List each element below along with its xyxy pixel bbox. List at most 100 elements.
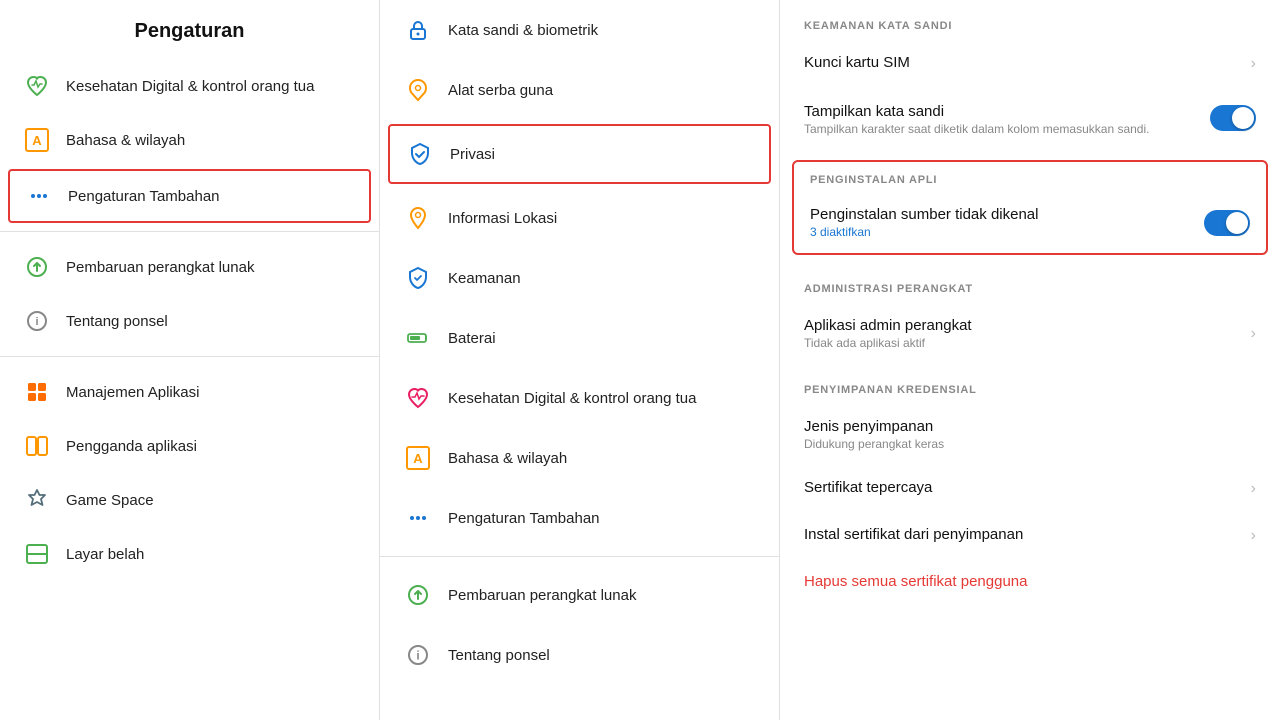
mid-item-language-label: Bahasa & wilayah	[448, 450, 567, 467]
location-icon	[404, 204, 432, 232]
mid-item-password-label: Kata sandi & biometrik	[448, 22, 598, 39]
mid-item-location[interactable]: Informasi Lokasi	[380, 188, 779, 248]
language-icon: A	[24, 127, 50, 153]
install-cert-title: Instal sertifikat dari penyimpanan	[804, 526, 1243, 543]
admin-apps-content: Aplikasi admin perangkat Tidak ada aplik…	[804, 317, 1243, 350]
right-item-install-cert[interactable]: Instal sertifikat dari penyimpanan ›	[780, 512, 1280, 559]
sim-lock-title: Kunci kartu SIM	[804, 54, 1243, 71]
page-title: Pengaturan	[0, 0, 379, 59]
sidebar-item-about-label: Tentang ponsel	[66, 313, 168, 330]
sidebar-item-extra-settings[interactable]: Pengaturan Tambahan	[8, 169, 371, 223]
install-cert-chevron: ›	[1251, 527, 1256, 545]
mid-item-battery-label: Baterai	[448, 330, 496, 347]
show-password-content: Tampilkan kata sandi Tampilkan karakter …	[804, 103, 1210, 136]
section-device-admin: ADMINISTRASI PERANGKAT Aplikasi admin pe…	[780, 263, 1280, 364]
storage-type-content: Jenis penyimpanan Didukung perangkat ker…	[804, 418, 1256, 451]
mid-item-password[interactable]: Kata sandi & biometrik	[380, 0, 779, 60]
divider-2	[0, 356, 379, 357]
heart-icon	[24, 73, 50, 99]
mid-extra-settings-icon	[404, 504, 432, 532]
section-header-password-security: KEAMANAN KATA SANDI	[780, 0, 1280, 40]
sidebar-item-game-space[interactable]: Game Space	[0, 473, 379, 527]
install-cert-content: Instal sertifikat dari penyimpanan	[804, 526, 1243, 545]
section-header-credentials: PENYIMPANAN KREDENSIAL	[780, 364, 1280, 404]
mid-item-software-update[interactable]: Pembaruan perangkat lunak	[380, 565, 779, 625]
right-item-storage-type[interactable]: Jenis penyimpanan Didukung perangkat ker…	[780, 404, 1280, 465]
right-item-delete-cert[interactable]: Hapus semua sertifikat pengguna	[780, 559, 1280, 606]
admin-apps-subtitle: Tidak ada aplikasi aktif	[804, 336, 1243, 350]
unknown-source-subtitle: 3 diaktifkan	[810, 225, 1204, 239]
sidebar-item-software-update-label: Pembaruan perangkat lunak	[66, 259, 254, 276]
sidebar-item-extra-settings-label: Pengaturan Tambahan	[68, 188, 220, 205]
svg-text:i: i	[35, 316, 38, 328]
show-password-toggle-knob	[1232, 107, 1254, 129]
sidebar-item-digital-health[interactable]: Kesehatan Digital & kontrol orang tua	[0, 59, 379, 113]
about-icon: i	[24, 308, 50, 334]
sidebar-item-app-clone[interactable]: Pengganda aplikasi	[0, 419, 379, 473]
show-password-title: Tampilkan kata sandi	[804, 103, 1210, 120]
sidebar-item-split-screen[interactable]: Layar belah	[0, 527, 379, 581]
sidebar-item-app-management[interactable]: Manajemen Aplikasi	[0, 365, 379, 419]
unknown-source-toggle-knob	[1226, 212, 1248, 234]
mid-item-privacy[interactable]: Privasi	[388, 124, 771, 184]
mid-item-battery[interactable]: Baterai	[380, 308, 779, 368]
extra-settings-icon	[26, 183, 52, 209]
sim-lock-content: Kunci kartu SIM	[804, 54, 1243, 73]
sidebar-item-digital-health-label: Kesehatan Digital & kontrol orang tua	[66, 78, 315, 95]
storage-type-subtitle: Didukung perangkat keras	[804, 437, 1256, 451]
sidebar-item-software-update[interactable]: Pembaruan perangkat lunak	[0, 240, 379, 294]
battery-icon	[404, 324, 432, 352]
sidebar-item-app-clone-label: Pengganda aplikasi	[66, 438, 197, 455]
delete-cert-title: Hapus semua sertifikat pengguna	[804, 573, 1256, 590]
split-screen-icon	[24, 541, 50, 567]
storage-type-title: Jenis penyimpanan	[804, 418, 1256, 435]
section-credentials: PENYIMPANAN KREDENSIAL Jenis penyimpanan…	[780, 364, 1280, 606]
utility-icon	[404, 76, 432, 104]
right-item-show-password[interactable]: Tampilkan kata sandi Tampilkan karakter …	[780, 87, 1280, 152]
mid-about-icon: i	[404, 641, 432, 669]
digital-health-icon	[404, 384, 432, 412]
section-app-install: PENGINSTALAN APLI Penginstalan sumber ti…	[792, 160, 1268, 255]
right-panel: KEAMANAN KATA SANDI Kunci kartu SIM › Ta…	[780, 0, 1280, 720]
app-management-icon	[24, 379, 50, 405]
show-password-subtitle: Tampilkan karakter saat diketik dalam ko…	[804, 122, 1210, 136]
mid-item-language[interactable]: A Bahasa & wilayah	[380, 428, 779, 488]
mid-item-security[interactable]: Keamanan	[380, 248, 779, 308]
privacy-icon	[406, 140, 434, 168]
sidebar-item-about[interactable]: i Tentang ponsel	[0, 294, 379, 348]
trusted-cert-chevron: ›	[1251, 480, 1256, 498]
left-panel: Pengaturan Kesehatan Digital & kontrol o…	[0, 0, 380, 720]
right-item-sim-lock[interactable]: Kunci kartu SIM ›	[780, 40, 1280, 87]
mid-panel: Kata sandi & biometrik Alat serba guna P…	[380, 0, 780, 720]
mid-item-digital-health-label: Kesehatan Digital & kontrol orang tua	[448, 390, 697, 407]
mid-item-about-label: Tentang ponsel	[448, 647, 550, 664]
mid-item-utility-label: Alat serba guna	[448, 82, 553, 99]
sidebar-item-split-screen-label: Layar belah	[66, 546, 144, 563]
divider-1	[0, 231, 379, 232]
sidebar-item-app-management-label: Manajemen Aplikasi	[66, 384, 199, 401]
sidebar-item-language[interactable]: A Bahasa & wilayah	[0, 113, 379, 167]
mid-divider-1	[380, 556, 779, 557]
mid-item-utility[interactable]: Alat serba guna	[380, 60, 779, 120]
mid-language-icon: A	[404, 444, 432, 472]
mid-item-location-label: Informasi Lokasi	[448, 210, 557, 227]
mid-item-digital-health[interactable]: Kesehatan Digital & kontrol orang tua	[380, 368, 779, 428]
unknown-source-toggle[interactable]	[1204, 210, 1250, 236]
mid-item-extra-settings-label: Pengaturan Tambahan	[448, 510, 600, 527]
password-icon	[404, 16, 432, 44]
mid-item-software-update-label: Pembaruan perangkat lunak	[448, 587, 636, 604]
mid-item-security-label: Keamanan	[448, 270, 521, 287]
section-header-device-admin: ADMINISTRASI PERANGKAT	[780, 263, 1280, 303]
app-clone-icon	[24, 433, 50, 459]
section-password-security: KEAMANAN KATA SANDI Kunci kartu SIM › Ta…	[780, 0, 1280, 152]
unknown-source-content: Penginstalan sumber tidak dikenal 3 diak…	[810, 206, 1204, 239]
sidebar-item-game-space-label: Game Space	[66, 492, 154, 509]
show-password-toggle[interactable]	[1210, 105, 1256, 131]
right-item-unknown-source[interactable]: Penginstalan sumber tidak dikenal 3 diak…	[794, 192, 1266, 253]
software-update-icon	[24, 254, 50, 280]
mid-item-privacy-label: Privasi	[450, 146, 495, 163]
mid-item-about[interactable]: i Tentang ponsel	[380, 625, 779, 685]
mid-item-extra-settings[interactable]: Pengaturan Tambahan	[380, 488, 779, 548]
right-item-trusted-cert[interactable]: Sertifikat tepercaya ›	[780, 465, 1280, 512]
right-item-admin-apps[interactable]: Aplikasi admin perangkat Tidak ada aplik…	[780, 303, 1280, 364]
